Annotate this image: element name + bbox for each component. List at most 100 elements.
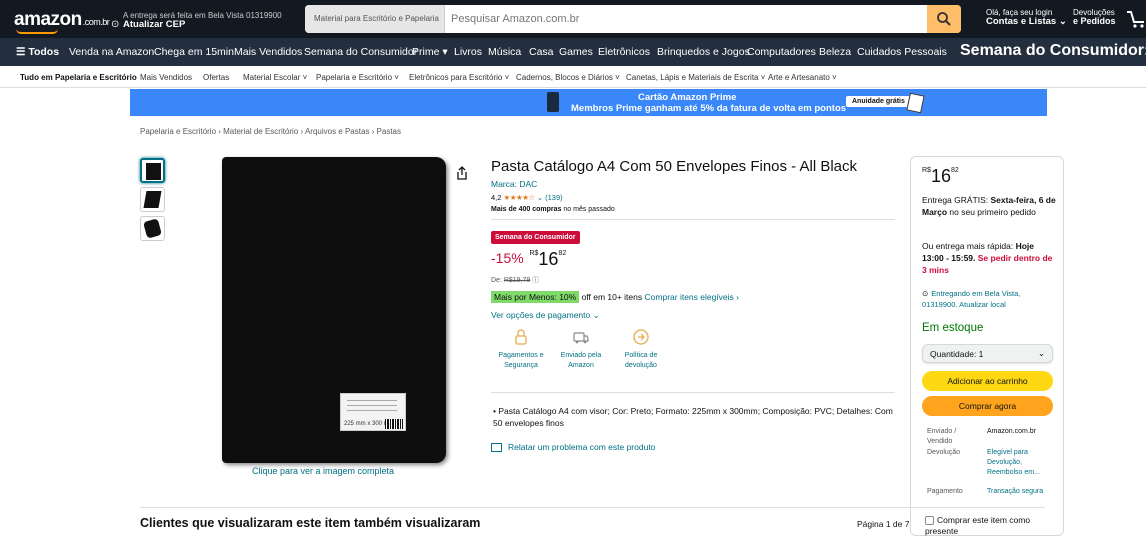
subnav-item[interactable]: Canetas, Lápis e Materiais de Escrita ˅ (626, 73, 765, 82)
rating-count[interactable]: (139) (545, 193, 563, 202)
search-input[interactable] (445, 5, 925, 33)
black-folder-image: 225 mm x 300 mm (222, 157, 446, 463)
cart-icon[interactable] (1126, 9, 1146, 32)
search-button[interactable] (927, 5, 961, 33)
nav-item[interactable]: Mais Vendidos (234, 46, 302, 58)
delivery-location[interactable]: ⊙ A entrega será feita em Bela Vista 013… (111, 11, 282, 30)
buy-now-button[interactable]: Comprar agora (922, 396, 1053, 416)
feature-return-policy[interactable]: Política de devolução (611, 328, 671, 371)
nav-item[interactable]: Prime ▾ (412, 46, 448, 58)
list-price-label: De: (491, 277, 504, 284)
rating-row[interactable]: 4,2 ★★★★☆ ⌄ (139) (491, 193, 563, 202)
return-label: Devolução (927, 449, 961, 456)
nav-item[interactable]: Livros (454, 46, 482, 58)
fast-delivery-info: Ou entrega mais rápida: Hoje 13:00 - 15:… (922, 241, 1058, 277)
bulk-discount-badge: Mais por Menos: 10% (491, 291, 580, 303)
location-pin-icon: ⊙ (922, 289, 929, 298)
subnav-item[interactable]: Mais Vendidos (140, 73, 192, 82)
barcode-icon (385, 419, 403, 429)
delivery-location-link[interactable]: ⊙ Entregando em Bela Vista, 01319900. Atu… (922, 289, 1057, 310)
nav-item[interactable]: Venda na Amazon (69, 46, 154, 58)
amazon-logo[interactable]: amazon.com.br (14, 9, 110, 31)
payment-options-link[interactable]: Ver opções de pagamento ⌄ (491, 310, 600, 321)
nav-item[interactable]: Eletrônicos (598, 46, 650, 58)
message-icon (491, 443, 502, 453)
shipped-by-label: Enviado / Vendido (927, 428, 957, 445)
brand-link[interactable]: Marca: DAC (491, 179, 537, 189)
thumbnail-3[interactable] (140, 216, 165, 241)
subnav-item[interactable]: Tudo em Papelaria e Escritório (20, 73, 137, 82)
nav-todos[interactable]: ☰ Todos (16, 46, 59, 58)
nav-item[interactable]: Brinquedos e Jogos (657, 46, 750, 58)
nav-promo[interactable]: Semana do Consumidor: até 6 (960, 42, 1146, 60)
subnav-item[interactable]: Eletrônicos para Escritório ˅ (409, 73, 509, 82)
thumbnail-2[interactable] (140, 187, 165, 212)
buybox-price-whole: 16 (930, 166, 951, 186)
feature-line: Política de (624, 352, 658, 359)
sub-nav: Tudo em Papelaria e Escritório Mais Vend… (0, 66, 1146, 88)
divider (140, 507, 1045, 508)
bulk-discount: Mais por Menos: 10% off em 10+ itens Com… (491, 291, 739, 303)
subnav-item[interactable]: Arte e Artesanato ˅ (768, 73, 837, 82)
secure-transaction-link[interactable]: Transação segura (987, 487, 1057, 497)
banner-subtitle: Membros Prime ganham até 5% da fatura de… (571, 103, 847, 114)
price-cents: 82 (558, 250, 567, 257)
returns-orders[interactable]: Devoluções e Pedidos (1073, 8, 1116, 27)
report-problem-link[interactable]: Relatar um problema com este produto (491, 442, 655, 453)
related-section-title: Clientes que visualizaram este item tamb… (140, 516, 481, 530)
buybox-price: R$1682 (922, 167, 959, 185)
banner-title: Cartão Amazon Prime (638, 92, 737, 103)
list-price-value: R$19,79 (503, 277, 531, 284)
prime-card-banner[interactable]: Cartão Amazon Prime Membros Prime ganham… (130, 89, 1047, 116)
product-bullet: • Pasta Catálogo A4 com visor; Cor: Pret… (493, 406, 893, 429)
update-cep-link[interactable]: Atualizar CEP (123, 20, 282, 30)
feature-line: Pagamentos e (498, 352, 544, 359)
subnav-item[interactable]: Material Escolar ˅ (243, 73, 307, 82)
product-main-image[interactable]: 225 mm x 300 mm (220, 155, 450, 465)
nav-item[interactable]: Games (559, 46, 593, 58)
delivery-location-text: Entregando em Bela Vista, 01319900. Atua… (922, 289, 1021, 309)
share-icon[interactable] (456, 166, 468, 183)
subnav-item[interactable]: Ofertas (203, 73, 229, 82)
eligible-items-link[interactable]: Comprar itens elegíveis › (645, 292, 739, 302)
orders-label: e Pedidos (1073, 16, 1116, 27)
star-rating-icon: ★★★★☆ (503, 193, 536, 202)
nav-item[interactable]: Semana do Consumidor (304, 46, 417, 58)
view-full-image-link[interactable]: Clique para ver a imagem completa (252, 466, 394, 476)
truck-icon (573, 332, 589, 344)
nav-item[interactable]: Música (488, 46, 521, 58)
checkbox-icon[interactable] (925, 516, 934, 526)
bulk-discount-text: off em 10+ itens (579, 292, 643, 302)
subnav-item[interactable]: Cadernos, Blocos e Diários ˅ (516, 73, 620, 82)
delivery-post: no seu primeiro pedido (947, 206, 1036, 217)
credit-card-icon (547, 92, 559, 112)
discount-percent: -15% (491, 250, 524, 266)
thumbnail-1[interactable] (140, 158, 165, 183)
info-icon[interactable]: ⓘ (532, 277, 539, 284)
carousel-page-indicator: Página 1 de 7 (857, 519, 910, 529)
gift-checkbox[interactable]: Comprar este item como presente (925, 515, 1055, 538)
fast-delivery-pre: Ou entrega mais rápida: (922, 241, 1016, 251)
return-policy-link[interactable]: Elegível para Devolução, Reembolso em... (987, 448, 1057, 477)
add-to-cart-button[interactable]: Adicionar ao carrinho (922, 371, 1053, 391)
chevron-down-icon: ⌄ (1037, 348, 1045, 358)
main-nav: ☰ Todos Venda na Amazon Chega em 15min M… (0, 38, 1146, 66)
feature-payment-security[interactable]: Pagamentos e Segurança (491, 328, 551, 371)
quantity-select[interactable]: Quantidade: 1 ⌄ (922, 344, 1053, 363)
nav-item[interactable]: Chega em 15min (154, 46, 234, 58)
purchase-count-rest: no mês passado (561, 206, 615, 213)
nav-item[interactable]: Cuidados Pessoais (857, 46, 947, 58)
account-menu[interactable]: Olá, faça seu login Contas e Listas ⌄ (986, 8, 1067, 27)
search-category-select[interactable]: Material para Escritório e Papelaria ▾ (305, 5, 445, 33)
nav-item[interactable]: Beleza (819, 46, 851, 58)
nav-item[interactable]: Computadores (747, 46, 816, 58)
subnav-item[interactable]: Papelaria e Escritório ˅ (316, 73, 399, 82)
list-price: De: R$19,79 ⓘ (491, 275, 539, 285)
purchase-count: Mais de 400 compras no mês passado (491, 206, 615, 213)
image-thumbnails (140, 158, 165, 245)
price-whole: 16 (538, 249, 559, 269)
feature-shipped-by-amazon[interactable]: Enviado pela Amazon (551, 328, 611, 371)
search-icon (937, 12, 951, 26)
nav-item[interactable]: Casa (529, 46, 554, 58)
breadcrumb[interactable]: Papelaria e Escritório › Material de Esc… (140, 127, 401, 136)
